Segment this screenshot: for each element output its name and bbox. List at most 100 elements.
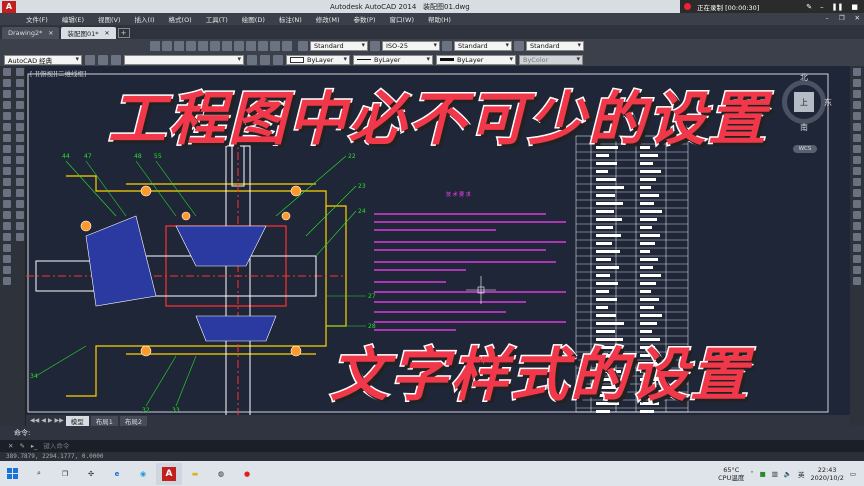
task-view-icon[interactable]: ❐ (52, 463, 78, 485)
dimension-icon[interactable] (853, 90, 861, 98)
next-tab-arrow-icon[interactable]: ▶ (48, 417, 53, 424)
toolbar-icon[interactable] (222, 41, 232, 51)
toolbar-icon[interactable] (198, 41, 208, 51)
new-tab-button[interactable]: + (117, 28, 130, 38)
toolbar-icon[interactable] (186, 41, 196, 51)
dimension-icon[interactable] (853, 189, 861, 197)
wrench-icon[interactable]: ✎ (19, 442, 24, 450)
layer-icon[interactable] (111, 54, 121, 65)
compass-north[interactable]: 北 (800, 72, 808, 83)
point-icon[interactable] (3, 211, 11, 219)
close-icon[interactable]: ✕ (48, 30, 53, 37)
dimension-icon[interactable] (853, 178, 861, 186)
dimension-icon[interactable] (853, 211, 861, 219)
line-icon[interactable] (3, 68, 11, 76)
mirror-icon[interactable] (15, 90, 24, 98)
ellipse-icon[interactable] (3, 167, 11, 175)
add-selected-icon[interactable] (3, 277, 11, 285)
menu-window[interactable]: 窗口(W) (389, 14, 414, 24)
cpu-temperature[interactable]: 65°C CPU温度 (718, 466, 744, 482)
edge-browser-icon[interactable]: ◉ (130, 463, 156, 485)
wcs-menu[interactable]: WCS (793, 145, 817, 153)
dimension-icon[interactable] (853, 145, 861, 153)
notification-icon[interactable]: ▭ (850, 470, 856, 478)
menu-insert[interactable]: 插入(I) (135, 14, 155, 24)
doc-minimize-icon[interactable]: – (825, 14, 828, 22)
command-input[interactable] (43, 442, 344, 450)
menu-format[interactable]: 格式(O) (169, 14, 192, 24)
ellipse-arc-icon[interactable] (3, 178, 11, 186)
erase-icon[interactable] (15, 68, 24, 76)
spline-icon[interactable] (3, 156, 11, 164)
dimension-icon[interactable] (853, 112, 861, 120)
make-block-icon[interactable] (3, 200, 11, 208)
menu-edit[interactable]: 编辑(E) (62, 14, 84, 24)
offset-icon[interactable] (15, 101, 24, 109)
rectangle-icon[interactable] (3, 112, 11, 120)
menu-dimension[interactable]: 标注(N) (279, 14, 302, 24)
plot-style-select[interactable]: ByColor (519, 54, 583, 65)
menu-view[interactable]: 视图(V) (98, 14, 121, 24)
polygon-icon[interactable] (3, 101, 11, 109)
toolbar-icon[interactable] (162, 41, 172, 51)
toolbar-icon[interactable] (270, 41, 280, 51)
dimension-icon[interactable] (853, 277, 861, 285)
copy-icon[interactable] (15, 79, 24, 87)
toolbar-icon[interactable] (258, 41, 268, 51)
layer-manager-icon[interactable] (98, 54, 108, 65)
dimension-icon[interactable] (853, 266, 861, 274)
dimension-icon[interactable] (853, 167, 861, 175)
gear-icon[interactable] (85, 54, 95, 65)
compass-south[interactable]: 南 (800, 122, 808, 133)
coordinate-readout[interactable]: 389.7879, 2294.1777, 0.0000 (6, 453, 104, 460)
autocad-logo-icon[interactable]: A (2, 0, 16, 13)
layer-icon[interactable] (260, 54, 270, 65)
dimension-icon[interactable] (853, 233, 861, 241)
table-style-icon[interactable] (442, 41, 452, 51)
first-tab-arrow-icon[interactable]: ◀◀ (30, 417, 39, 424)
toolbar-icon[interactable] (210, 41, 220, 51)
fillet-icon[interactable] (15, 222, 24, 230)
mtext-icon[interactable] (3, 266, 11, 274)
autocad-taskbar-icon[interactable]: A (156, 462, 182, 485)
recorder-icon[interactable]: ● (234, 463, 260, 485)
stretch-icon[interactable] (15, 156, 24, 164)
toolbar-icon[interactable] (234, 41, 244, 51)
lineweight-select[interactable]: ByLayer (436, 54, 516, 65)
rotate-icon[interactable] (15, 134, 24, 142)
dimension-icon[interactable] (853, 244, 861, 252)
hatch-icon[interactable] (3, 222, 11, 230)
chevron-up-icon[interactable]: ˄ (750, 470, 753, 478)
layer-icon[interactable] (273, 54, 283, 65)
menu-modify[interactable]: 修改(M) (316, 14, 340, 24)
revcloud-icon[interactable] (3, 145, 11, 153)
pen-icon[interactable]: ✎ (806, 3, 812, 11)
dimension-icon[interactable] (853, 79, 861, 87)
minimize-icon[interactable]: – (820, 3, 824, 11)
workspace-select[interactable]: AutoCAD 经典 (4, 54, 82, 65)
doc-close-icon[interactable]: ✕ (855, 14, 860, 22)
arc-icon[interactable] (3, 123, 11, 131)
viewcube[interactable]: 上 北 南 东 (780, 73, 832, 133)
dimension-icon[interactable] (853, 255, 861, 263)
dimension-icon[interactable] (853, 222, 861, 230)
close-icon[interactable]: ✕ (104, 30, 109, 37)
polyline-icon[interactable] (3, 90, 11, 98)
join-icon[interactable] (15, 200, 24, 208)
mleader-style-icon[interactable] (514, 41, 524, 51)
search-icon[interactable]: ⌕ (26, 463, 52, 485)
prev-tab-arrow-icon[interactable]: ◀ (41, 417, 46, 424)
tab-model[interactable]: 模型 (65, 415, 89, 426)
close-icon[interactable]: ✕ (8, 442, 13, 450)
text-style-icon[interactable] (298, 41, 308, 51)
dim-style-select[interactable]: ISO-25 (382, 41, 440, 51)
layer-select[interactable] (124, 54, 244, 65)
menu-parametric[interactable]: 参数(P) (353, 14, 375, 24)
insert-block-icon[interactable] (3, 189, 11, 197)
table-icon[interactable] (3, 255, 11, 263)
menu-help[interactable]: 帮助(H) (428, 14, 451, 24)
ie-browser-icon[interactable]: e (104, 463, 130, 485)
tab-drawing2[interactable]: Drawing2* ✕ (2, 27, 60, 39)
doc-restore-icon[interactable]: ❐ (839, 14, 845, 22)
xline-icon[interactable] (3, 79, 11, 87)
